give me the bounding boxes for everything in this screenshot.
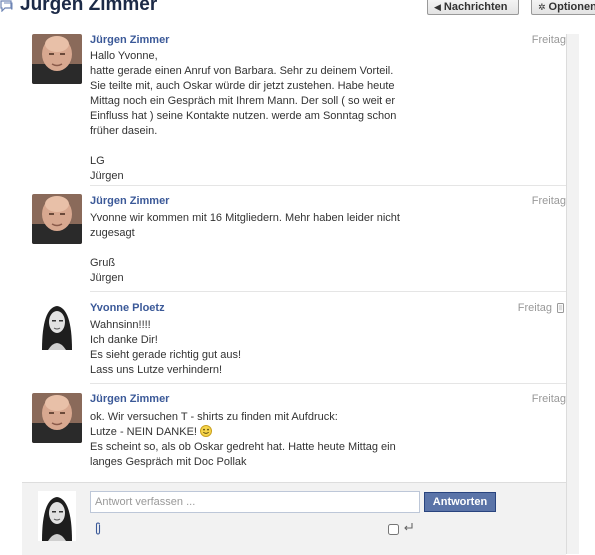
message-line — [90, 241, 560, 256]
message-item: Yvonne Ploetz Freitag Wahnsinn!!!! Ich d… — [22, 300, 566, 380]
options-button[interactable]: ✲ Optionen — [531, 0, 595, 15]
message-thread: Jürgen Zimmer Freitag Hallo Yvonne, hatt… — [22, 34, 566, 554]
message-line: Mittag noch ein Gespräch mit Ihrem Mann.… — [90, 95, 396, 107]
message-item: Jürgen Zimmer Freitag ok. Wir versuchen … — [22, 393, 566, 481]
message-line: Einfluss hat ) seine Kontakte nutzen. we… — [90, 110, 397, 122]
message-line: Es scheint so, als ob Oskar gedreht hat.… — [90, 441, 396, 453]
paperclip-icon[interactable] — [94, 522, 102, 535]
bald-man-photo — [32, 393, 82, 443]
bald-man-photo — [32, 194, 82, 244]
message-line: Es sieht gerade richtig gut aus! — [90, 349, 242, 361]
message-divider — [90, 383, 566, 384]
message-timestamp: Freitag — [531, 195, 566, 207]
bald-man-photo — [32, 34, 82, 84]
message-line: Ich danke Dir! — [90, 334, 158, 346]
message-author-link[interactable]: Yvonne Ploetz — [90, 302, 165, 314]
message-line-with-emoticon: Lutze - NEIN DANKE! — [90, 425, 560, 440]
message-body: Wahnsinn!!!! Ich danke Dir! Es sieht ger… — [90, 318, 560, 378]
message-timestamp: Freitag — [531, 393, 566, 405]
message-line: Lass uns Lutze verhindern! — [90, 364, 223, 376]
message-line: Yvonne wir kommen mit 16 Mitgliedern. Me… — [90, 212, 400, 224]
reply-button[interactable]: Antworten — [424, 492, 496, 512]
message-line: Sie teilte mit, auch Oskar würde dir jet… — [90, 80, 395, 92]
message-author-link[interactable]: Jürgen Zimmer — [90, 393, 169, 405]
message-body: Yvonne wir kommen mit 16 Mitgliedern. Me… — [90, 211, 560, 286]
message-author-link[interactable]: Jürgen Zimmer — [90, 34, 169, 46]
message-timestamp: Freitag — [517, 302, 552, 314]
options-label: Optionen — [548, 1, 595, 13]
message-timestamp: Freitag — [531, 34, 566, 46]
message-body: Hallo Yvonne, hatte gerade einen Anruf v… — [90, 49, 560, 184]
message-line: Gruß — [90, 257, 116, 269]
smiley-icon — [199, 425, 212, 437]
message-line — [90, 139, 560, 154]
reply-input[interactable] — [90, 491, 420, 513]
message-line-text: Lutze - NEIN DANKE! — [90, 426, 197, 438]
messages-icon — [0, 0, 13, 12]
chevron-left-icon: ◀ — [434, 2, 441, 12]
back-to-messages-label: Nachrichten — [443, 1, 508, 13]
message-line: LG — [90, 155, 105, 167]
message-line: früher dasein. — [90, 125, 158, 137]
back-to-messages-button[interactable]: ◀ Nachrichten — [427, 0, 519, 15]
message-line: zugesagt — [90, 227, 135, 239]
reply-composer: Antworten — [22, 482, 566, 555]
page-title: Jürgen Zimmer — [20, 0, 158, 15]
message-divider — [90, 185, 566, 186]
gear-icon: ✲ — [538, 2, 546, 12]
message-line: hatte gerade einen Anruf von Barbara. Se… — [90, 65, 394, 77]
message-divider — [90, 291, 566, 292]
message-line: ok. Wir versuchen T - shirts zu finden m… — [90, 411, 338, 423]
enter-to-send-checkbox[interactable] — [388, 524, 399, 535]
message-item: Jürgen Zimmer Freitag Hallo Yvonne, hatt… — [22, 34, 566, 186]
page-header: Jürgen Zimmer ◀ Nachrichten ✲ Optionen — [0, 0, 595, 22]
message-item: Jürgen Zimmer Freitag Yvonne wir kommen … — [22, 194, 566, 286]
message-line: langes Gespräch mit Doc Pollak — [90, 456, 247, 468]
woman-photo-bw — [38, 300, 76, 350]
enter-key-icon — [404, 523, 413, 531]
mobile-phone-icon — [557, 303, 564, 313]
message-author-link[interactable]: Jürgen Zimmer — [90, 195, 169, 207]
message-line: Wahnsinn!!!! — [90, 319, 151, 331]
message-line: Jürgen — [90, 170, 124, 182]
scrollbar[interactable] — [566, 34, 579, 554]
message-body: ok. Wir versuchen T - shirts zu finden m… — [90, 410, 560, 470]
message-line: Jürgen — [90, 272, 124, 284]
message-line: Hallo Yvonne, — [90, 50, 158, 62]
woman-photo-bw — [38, 491, 76, 541]
